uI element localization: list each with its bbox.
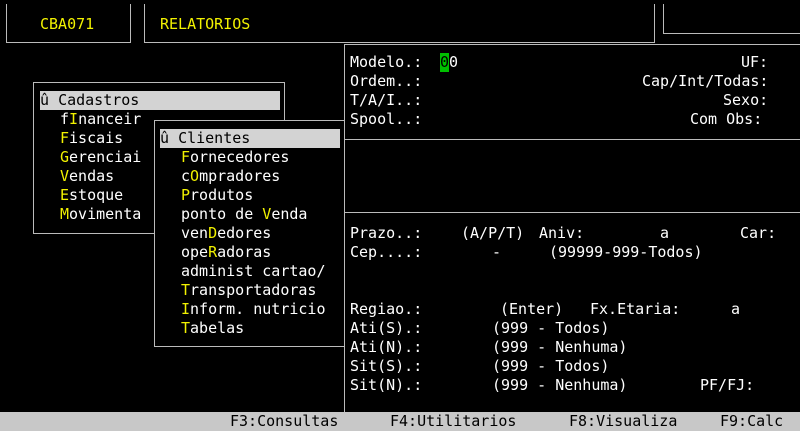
function-key-bar: F3:Consultas F4:Utilitarios F8:Visualiza… <box>0 412 800 431</box>
program-code: CBA071 <box>40 15 95 33</box>
pf-fj-label: PF/FJ: <box>700 376 755 394</box>
page-title: RELATORIOS <box>160 15 251 33</box>
sit-s-hint: (999 - Todos) <box>492 357 610 375</box>
cep-label: Cep....: <box>350 243 423 261</box>
cep-hint: (99999-999-Todos) <box>549 243 703 261</box>
submenu-item-vendedores[interactable]: venDedores <box>181 224 271 243</box>
car-label: Car: <box>740 224 777 242</box>
com-obs-label: Com Obs: <box>690 110 763 128</box>
ati-s-hint: (999 - Todos) <box>492 319 610 337</box>
sit-n-label: Sit(N).: <box>350 376 423 394</box>
aniv-separator: a <box>660 224 670 242</box>
f3-consultas-key[interactable]: F3:Consultas <box>230 412 338 431</box>
fx-etaria-separator: a <box>731 300 741 318</box>
menu-item-gerenciais[interactable]: Gerenciai <box>60 148 141 167</box>
aniv-label: Aniv: <box>539 224 585 242</box>
menu-item-financeiro[interactable]: fInanceir <box>60 110 141 129</box>
modelo-field[interactable]: 0 <box>449 53 458 72</box>
submenu-item-operadoras[interactable]: opeRadoras <box>181 243 271 262</box>
bullet-icon: û <box>160 129 170 147</box>
submenu-item-transportadoras[interactable]: Transportadoras <box>181 281 316 300</box>
submenu-item-fornecedores[interactable]: Fornecedores <box>181 148 289 167</box>
regiao-hint: (Enter) <box>500 300 564 318</box>
cep-separator: - <box>492 243 502 261</box>
sit-n-hint: (999 - Nenhuma) <box>492 376 628 394</box>
submenu-item-produtos[interactable]: Produtos <box>181 186 253 205</box>
f8-visualiza-key[interactable]: F8:Visualiza <box>569 412 677 431</box>
fx-etaria-label: Fx.Etaria: <box>590 300 681 318</box>
bullet-icon: û <box>40 91 50 109</box>
prazo-hint: (A/P/T) <box>461 224 525 242</box>
cap-int-todas-label: Cap/Int/Todas: <box>642 72 769 90</box>
menu-item-estoque[interactable]: Estoque <box>60 186 123 205</box>
modelo-cursor[interactable]: 0 <box>440 53 450 72</box>
regiao-label: Regiao.: <box>350 300 423 318</box>
spool-label: Spool..: <box>350 110 423 128</box>
form-divider-1 <box>344 139 800 140</box>
uf-label: UF: <box>741 53 769 71</box>
tai-label: T/A/I..: <box>350 91 423 109</box>
submenu-item-compradores[interactable]: cOmpradores <box>181 167 280 186</box>
submenu-item-clientes[interactable]: û Clientes <box>160 129 340 148</box>
ati-s-label: Ati(S).: <box>350 319 423 337</box>
modelo-label: Modelo.: <box>350 53 423 71</box>
ati-n-label: Ati(N).: <box>350 338 423 356</box>
f4-utilitarios-key[interactable]: F4:Utilitarios <box>390 412 516 431</box>
sit-s-label: Sit(S).: <box>350 357 423 375</box>
f9-calc-key[interactable]: F9:Calc <box>720 412 783 431</box>
menu-item-movimentacao[interactable]: Movimenta <box>60 205 141 224</box>
submenu-item-tabelas[interactable]: Tabelas <box>181 319 244 338</box>
submenu-item-administ-cartao[interactable]: administ cartao/ <box>181 262 326 281</box>
header-right-box <box>663 4 800 34</box>
ordem-label: Ordem..: <box>350 72 423 90</box>
form-divider-2 <box>344 212 800 213</box>
menu-item-fiscais[interactable]: Fiscais <box>60 129 123 148</box>
prazo-label: Prazo..: <box>350 224 423 242</box>
menu-item-vendas[interactable]: Vendas <box>60 167 114 186</box>
ati-n-hint: (999 - Nenhuma) <box>492 338 628 356</box>
submenu-item-ponto-de-venda[interactable]: ponto de Venda <box>181 205 307 224</box>
menu-item-cadastros[interactable]: û Cadastros <box>40 91 280 110</box>
submenu-item-inform-nutricional[interactable]: Inform. nutricio <box>181 300 326 319</box>
sexo-label: Sexo: <box>723 91 769 109</box>
